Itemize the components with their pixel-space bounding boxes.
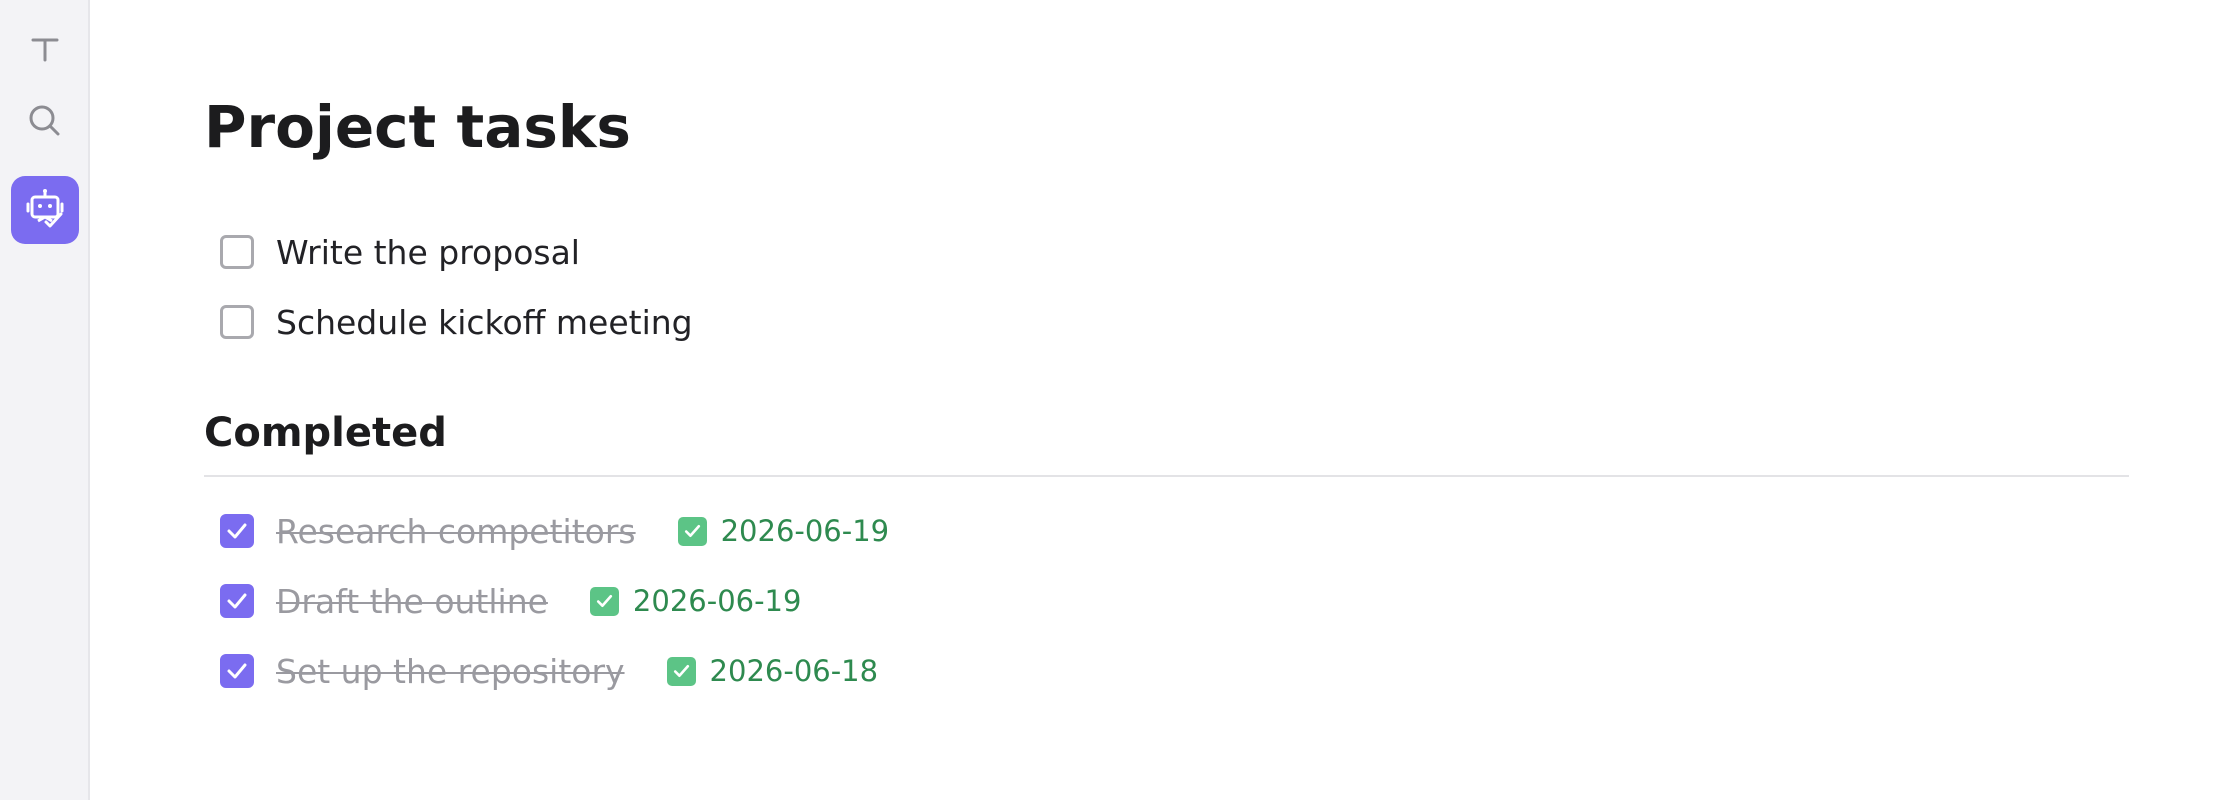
done-check-icon <box>677 516 707 546</box>
checkmark-icon <box>227 593 247 609</box>
completed-task-item: Draft the outline 2026-06-19 <box>220 577 801 625</box>
task-checkbox-checked[interactable] <box>220 514 254 548</box>
checkmark-icon <box>227 523 247 539</box>
completed-task-item: Set up the repository 2026-06-18 <box>220 647 878 695</box>
completed-task-item: Research competitors 2026-06-19 <box>220 507 889 555</box>
app-window: Project tasks Write the proposal Schedul… <box>0 0 2240 800</box>
task-label: Write the proposal <box>276 232 580 272</box>
search-icon <box>24 100 66 146</box>
task-checkbox[interactable] <box>220 235 254 269</box>
done-date: 2026-06-19 <box>720 514 890 548</box>
task-label: Draft the outline <box>276 581 548 621</box>
task-checkbox[interactable] <box>220 305 254 339</box>
checkmark-icon <box>227 663 247 679</box>
text-cursor-icon <box>25 29 65 73</box>
done-date: 2026-06-18 <box>709 654 879 688</box>
task-checkbox-checked[interactable] <box>220 584 254 618</box>
section-divider <box>204 475 2129 477</box>
task-label: Set up the repository <box>276 651 625 691</box>
task-label: Research competitors <box>276 511 636 551</box>
robot-assistant-icon <box>23 186 67 234</box>
assistant-button[interactable] <box>11 176 79 244</box>
completed-heading: Completed <box>204 410 447 456</box>
left-ribbon <box>0 0 90 800</box>
task-item: Write the proposal <box>220 228 580 276</box>
search-button[interactable] <box>11 89 79 157</box>
page-title: Project tasks <box>204 93 631 161</box>
task-label: Schedule kickoff meeting <box>276 302 693 342</box>
task-checkbox-checked[interactable] <box>220 654 254 688</box>
text-tool-button[interactable] <box>11 17 79 85</box>
done-check-icon <box>666 656 696 686</box>
task-item: Schedule kickoff meeting <box>220 298 693 346</box>
done-date: 2026-06-19 <box>632 584 802 618</box>
done-check-icon <box>589 586 619 616</box>
